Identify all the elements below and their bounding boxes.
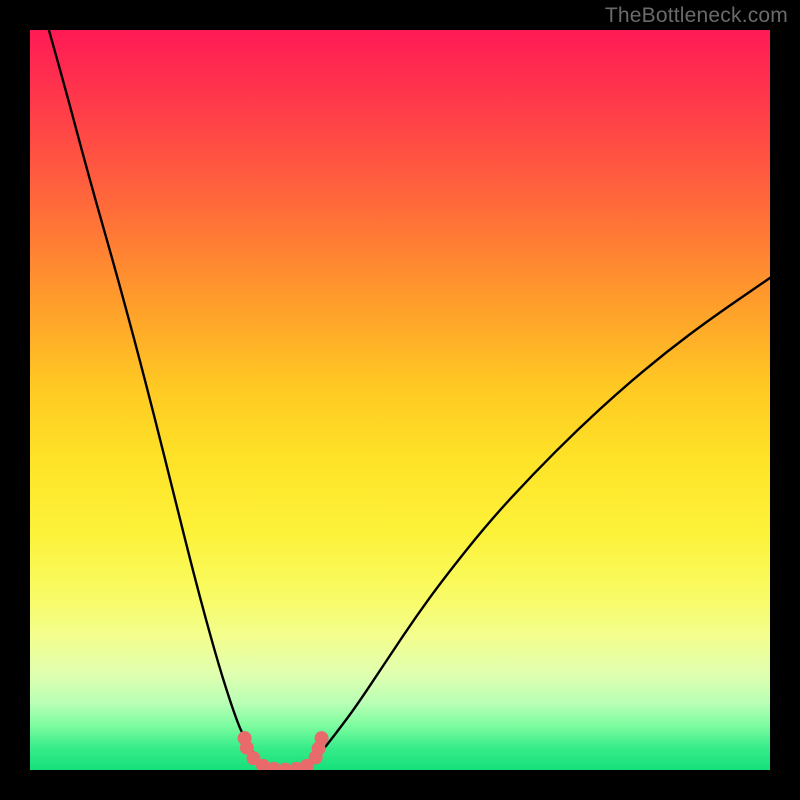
series-right-branch: [304, 278, 770, 767]
curve-layer: [30, 30, 770, 770]
watermark-text: TheBottleneck.com: [605, 4, 788, 28]
plot-area: [30, 30, 770, 770]
chart-frame: TheBottleneck.com: [0, 0, 800, 800]
marker-dot: [315, 731, 329, 745]
series-left-branch: [30, 30, 267, 767]
